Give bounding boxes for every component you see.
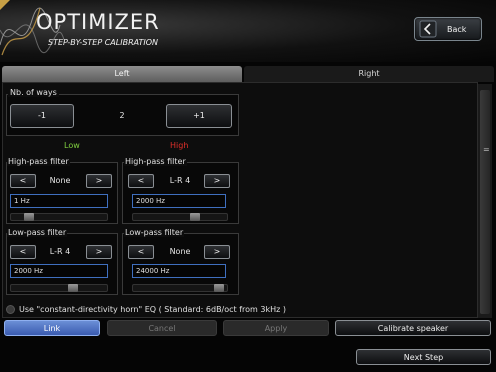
high-lowpass-label: Low-pass filter bbox=[124, 228, 185, 237]
high-highpass-type: L-R 4 bbox=[169, 176, 191, 185]
app-title: OPTIMIZER bbox=[36, 10, 160, 34]
apply-button[interactable]: Apply bbox=[223, 320, 329, 336]
high-highpass-prev-button[interactable]: < bbox=[128, 174, 154, 188]
high-lowpass-freq-input[interactable]: 24000 Hz bbox=[132, 264, 226, 278]
band-high-label: High bbox=[170, 141, 189, 150]
scroll-indicator: = bbox=[483, 145, 490, 154]
low-lowpass-freq-input[interactable]: 2000 Hz bbox=[10, 264, 108, 278]
high-lowpass-prev-button[interactable]: < bbox=[128, 245, 154, 259]
high-lowpass-type: None bbox=[169, 247, 191, 256]
ways-decrement-button[interactable]: -1 bbox=[10, 104, 74, 128]
low-highpass-label: High-pass filter bbox=[7, 157, 70, 166]
chevron-left-icon bbox=[419, 20, 437, 38]
low-lowpass-slider-knob[interactable] bbox=[68, 284, 78, 292]
high-lowpass-slider-knob[interactable] bbox=[214, 284, 224, 292]
back-button[interactable]: Back bbox=[414, 17, 482, 41]
low-lowpass-next-button[interactable]: > bbox=[86, 245, 112, 259]
low-lowpass-slider[interactable] bbox=[10, 284, 108, 292]
ways-label: Nb. of ways bbox=[8, 88, 59, 97]
back-button-label: Back bbox=[447, 24, 467, 34]
high-highpass-freq-input[interactable]: 2000 Hz bbox=[132, 194, 226, 208]
low-highpass-slider-knob[interactable] bbox=[24, 213, 34, 221]
low-highpass-prev-button[interactable]: < bbox=[10, 174, 36, 188]
horn-eq-option-label: Use "constant-directivity horn" EQ ( Sta… bbox=[19, 305, 286, 314]
link-button[interactable]: Link bbox=[4, 320, 100, 336]
high-lowpass-next-button[interactable]: > bbox=[204, 245, 230, 259]
band-low-label: Low bbox=[64, 141, 80, 150]
low-highpass-next-button[interactable]: > bbox=[86, 174, 112, 188]
cancel-button[interactable]: Cancel bbox=[107, 320, 217, 336]
app-subtitle: STEP-BY-STEP CALIBRATION bbox=[48, 38, 159, 47]
next-step-button[interactable]: Next Step bbox=[356, 349, 491, 365]
tab-left[interactable]: Left bbox=[2, 66, 242, 82]
scrollbar-thumb[interactable] bbox=[480, 90, 490, 314]
high-highpass-slider-knob[interactable] bbox=[190, 213, 200, 221]
horn-eq-checkbox[interactable] bbox=[6, 305, 15, 314]
low-highpass-type: None bbox=[49, 176, 71, 185]
low-lowpass-type: L-R 4 bbox=[49, 247, 71, 256]
ways-value: 2 bbox=[119, 111, 125, 120]
ways-increment-button[interactable]: +1 bbox=[166, 104, 232, 128]
calibrate-speaker-button[interactable]: Calibrate speaker bbox=[335, 320, 491, 336]
high-highpass-next-button[interactable]: > bbox=[204, 174, 230, 188]
low-lowpass-label: Low-pass filter bbox=[7, 228, 68, 237]
tab-right[interactable]: Right bbox=[244, 66, 494, 82]
low-lowpass-prev-button[interactable]: < bbox=[10, 245, 36, 259]
high-highpass-slider[interactable] bbox=[132, 213, 228, 221]
high-highpass-label: High-pass filter bbox=[124, 157, 187, 166]
low-highpass-freq-input[interactable]: 1 Hz bbox=[10, 194, 108, 208]
